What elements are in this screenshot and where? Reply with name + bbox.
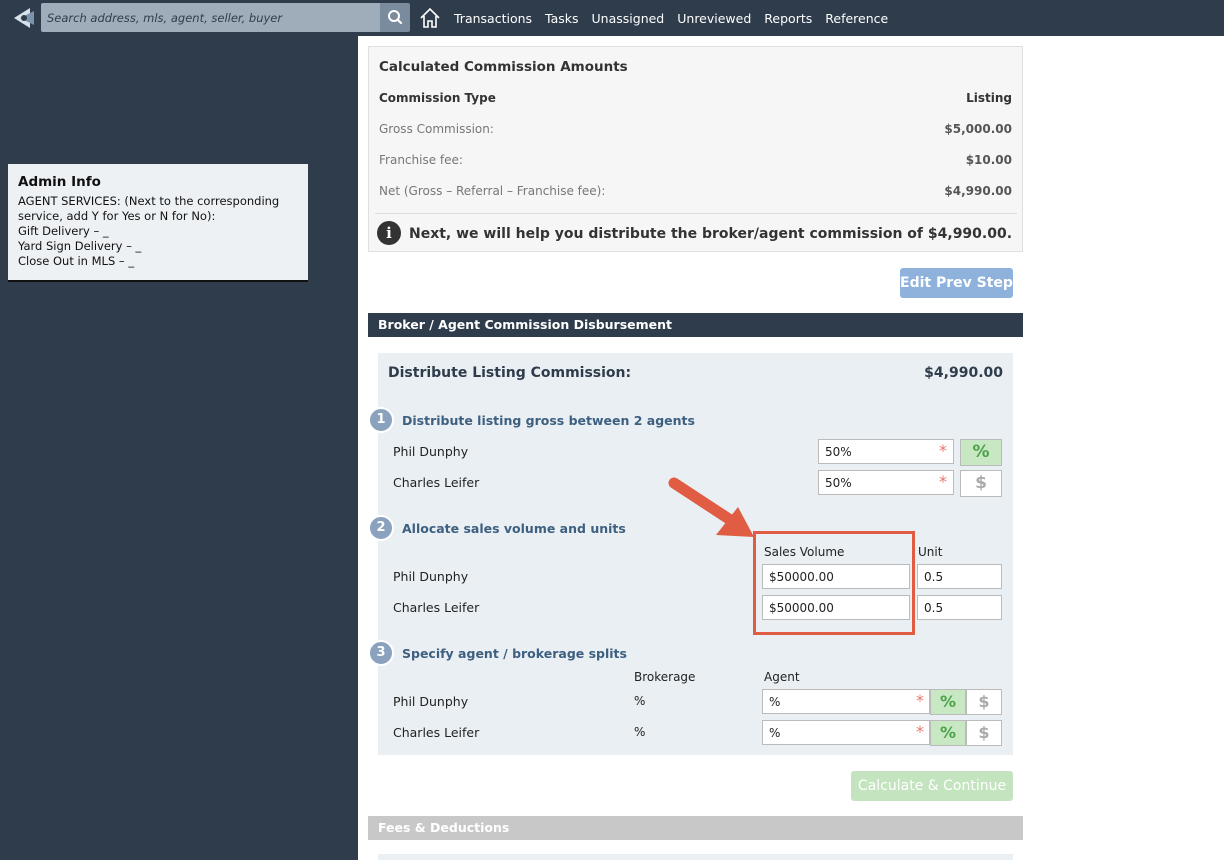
divider bbox=[375, 213, 1017, 214]
commission-type-value: Listing bbox=[966, 91, 1012, 105]
agent-name: Charles Leifer bbox=[393, 475, 480, 490]
split-input-agent-1[interactable] bbox=[818, 439, 954, 464]
distribute-commission-title: Distribute Listing Commission: bbox=[388, 365, 632, 381]
admin-info-line: Close Out in MLS – _ bbox=[18, 254, 135, 268]
calculated-commission-panel: Calculated Commission Amounts Commission… bbox=[368, 46, 1023, 252]
main-nav: Transactions Tasks Unassigned Unreviewed… bbox=[454, 0, 901, 36]
franchise-fee-value: $10.00 bbox=[965, 153, 1012, 167]
agent-name: Phil Dunphy bbox=[393, 569, 469, 584]
calculate-continue-button[interactable]: Calculate & Continue bbox=[851, 771, 1013, 801]
agent-dollar-toggle[interactable]: $ bbox=[966, 720, 1002, 746]
admin-info-line: Yard Sign Delivery – _ bbox=[18, 239, 142, 253]
search-input[interactable] bbox=[41, 3, 380, 32]
step-2-label: Allocate sales volume and units bbox=[402, 521, 626, 536]
brokerage-split-value: % bbox=[634, 725, 646, 739]
gross-commission-row: Gross Commission: $5,000.00 bbox=[379, 122, 1012, 136]
unit-input-agent-1[interactable] bbox=[917, 564, 1002, 589]
required-marker: * bbox=[939, 441, 947, 460]
nav-reports[interactable]: Reports bbox=[764, 11, 812, 26]
distribute-commission-amount: $4,990.00 bbox=[924, 365, 1003, 381]
commission-type-header: Commission Type Listing bbox=[379, 91, 1012, 105]
net-commission-value: $4,990.00 bbox=[944, 184, 1012, 198]
agent-name: Charles Leifer bbox=[393, 725, 480, 740]
search-icon bbox=[388, 10, 403, 25]
nav-tasks[interactable]: Tasks bbox=[545, 11, 579, 26]
fees-panel-edge bbox=[378, 854, 1013, 860]
net-commission-label: Net (Gross – Referral – Franchise fee): bbox=[379, 184, 606, 198]
broker-agent-disbursement-header: Broker / Agent Commission Disbursement bbox=[368, 313, 1023, 337]
nav-unreviewed[interactable]: Unreviewed bbox=[677, 11, 751, 26]
required-marker: * bbox=[916, 722, 924, 741]
admin-info-line: service, add Y for Yes or N for No): bbox=[18, 209, 216, 223]
split-input-agent-2[interactable] bbox=[818, 470, 954, 495]
fees-deductions-header[interactable]: Fees & Deductions bbox=[368, 816, 1023, 840]
calculated-commission-title: Calculated Commission Amounts bbox=[379, 59, 628, 75]
step-1-badge: 1 bbox=[368, 407, 394, 433]
info-icon: i bbox=[377, 221, 401, 245]
required-marker: * bbox=[939, 472, 947, 491]
agent-percent-toggle[interactable]: % bbox=[930, 720, 966, 746]
edit-prev-step-button[interactable]: Edit Prev Step bbox=[900, 268, 1013, 298]
sales-volume-highlight bbox=[753, 531, 915, 635]
step-2-badge: 2 bbox=[368, 515, 394, 541]
required-marker: * bbox=[916, 691, 924, 710]
admin-info-panel: Admin Info AGENT SERVICES: (Next to the … bbox=[8, 164, 308, 282]
home-icon[interactable] bbox=[418, 6, 442, 30]
franchise-fee-row: Franchise fee: $10.00 bbox=[379, 153, 1012, 167]
agent-name: Phil Dunphy bbox=[393, 444, 469, 459]
admin-info-line: AGENT SERVICES: (Next to the correspondi… bbox=[18, 194, 280, 208]
brokerage-header: Brokerage bbox=[634, 670, 696, 684]
agent-dollar-toggle[interactable]: $ bbox=[966, 689, 1002, 715]
franchise-fee-label: Franchise fee: bbox=[379, 153, 463, 167]
search-button[interactable] bbox=[380, 3, 410, 32]
admin-info-title: Admin Info bbox=[18, 174, 101, 190]
agent-split-input-1[interactable] bbox=[762, 689, 930, 714]
nav-unassigned[interactable]: Unassigned bbox=[592, 11, 665, 26]
gross-commission-label: Gross Commission: bbox=[379, 122, 494, 136]
admin-info-line: Gift Delivery – _ bbox=[18, 224, 109, 238]
step-3-badge: 3 bbox=[368, 640, 394, 666]
brokerage-split-value: % bbox=[634, 694, 646, 708]
callout-arrow-icon bbox=[668, 477, 754, 537]
nav-reference[interactable]: Reference bbox=[825, 11, 888, 26]
unit-input-agent-2[interactable] bbox=[917, 595, 1002, 620]
step-3-label: Specify agent / brokerage splits bbox=[402, 646, 627, 661]
gross-commission-value: $5,000.00 bbox=[944, 122, 1012, 136]
top-navigation-bar: Transactions Tasks Unassigned Unreviewed… bbox=[0, 0, 1224, 36]
agent-split-input-2[interactable] bbox=[762, 720, 930, 745]
agent-percent-toggle[interactable]: % bbox=[930, 689, 966, 715]
step-1-label: Distribute listing gross between 2 agent… bbox=[402, 413, 695, 428]
main-content: Calculated Commission Amounts Commission… bbox=[358, 36, 1224, 860]
unit-header: Unit bbox=[918, 545, 943, 559]
search-box bbox=[41, 3, 380, 32]
dollar-toggle[interactable]: $ bbox=[960, 470, 1002, 497]
percent-toggle[interactable]: % bbox=[960, 439, 1002, 466]
sidebar: Admin Info AGENT SERVICES: (Next to the … bbox=[0, 36, 358, 860]
agent-header: Agent bbox=[764, 670, 800, 684]
agent-name: Phil Dunphy bbox=[393, 694, 469, 709]
nav-transactions[interactable]: Transactions bbox=[454, 11, 532, 26]
next-step-info: Next, we will help you distribute the br… bbox=[409, 226, 1013, 242]
agent-name: Charles Leifer bbox=[393, 600, 480, 615]
net-commission-row: Net (Gross – Referral – Franchise fee): … bbox=[379, 184, 1012, 198]
commission-type-label: Commission Type bbox=[379, 91, 496, 105]
app-logo-icon[interactable] bbox=[10, 4, 38, 32]
